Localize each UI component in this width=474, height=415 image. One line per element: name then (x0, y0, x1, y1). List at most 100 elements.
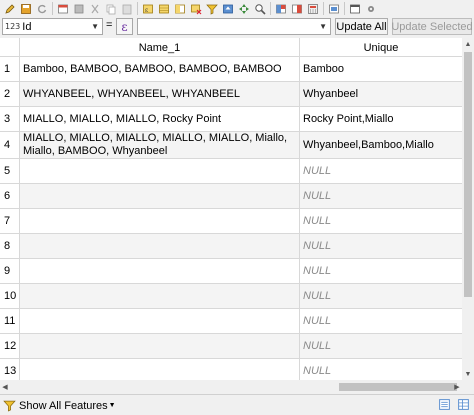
show-features-button[interactable]: Show All Features ▼ (3, 397, 116, 414)
table-row[interactable]: 12 NULL (0, 334, 462, 359)
chevron-down-icon[interactable]: ▼ (319, 22, 327, 31)
cell-name-1[interactable] (20, 159, 300, 183)
select-all-icon[interactable] (157, 2, 170, 15)
reload-icon[interactable] (35, 2, 48, 15)
update-all-button[interactable]: Update All (335, 18, 388, 35)
actions-icon[interactable] (364, 2, 377, 15)
filter-icon (3, 400, 16, 412)
cell-unique[interactable]: NULL (300, 159, 462, 183)
scroll-up-icon[interactable]: ▲ (462, 38, 474, 50)
vertical-scroll-thumb[interactable] (464, 52, 472, 297)
cell-unique[interactable]: Whyanbeel (300, 82, 462, 106)
row-number[interactable]: 6 (0, 184, 20, 208)
cell-unique[interactable]: Rocky Point,Miallo (300, 107, 462, 131)
svg-text:ε: ε (145, 7, 148, 14)
row-number[interactable]: 8 (0, 234, 20, 258)
cell-unique[interactable]: NULL (300, 209, 462, 233)
table-row[interactable]: 4 MIALLO, MIALLO, MIALLO, MIALLO, MIALLO,… (0, 132, 462, 159)
cell-unique[interactable]: NULL (300, 259, 462, 283)
paste-icon[interactable] (120, 2, 133, 15)
pencil-icon[interactable] (3, 2, 16, 15)
conditional-format-icon[interactable] (327, 2, 340, 15)
row-number[interactable]: 10 (0, 284, 20, 308)
header-corner[interactable] (0, 38, 20, 57)
cell-name-1[interactable] (20, 259, 300, 283)
cut-icon[interactable] (88, 2, 101, 15)
cell-unique[interactable]: NULL (300, 284, 462, 308)
table-row[interactable]: 11 NULL (0, 309, 462, 334)
move-top-icon[interactable] (221, 2, 234, 15)
row-number[interactable]: 11 (0, 309, 20, 333)
table-row[interactable]: 13 NULL (0, 359, 462, 380)
filter-icon[interactable] (205, 2, 218, 15)
cell-unique[interactable]: NULL (300, 184, 462, 208)
cell-name-1[interactable]: Bamboo, BAMBOO, BAMBOO, BAMBOO, BAMBOO (20, 57, 300, 81)
table-row[interactable]: 7 NULL (0, 209, 462, 234)
horizontal-scroll-thumb[interactable] (339, 383, 457, 391)
cell-name-1[interactable]: MIALLO, MIALLO, MIALLO, MIALLO, MIALLO, … (20, 132, 300, 158)
select-expression-icon[interactable]: ε (141, 2, 154, 15)
cell-unique[interactable]: Whyanbeel,Bamboo,Miallo (300, 132, 462, 158)
table-row[interactable]: 10 NULL (0, 284, 462, 309)
scroll-right-icon[interactable]: ▶ (452, 380, 462, 393)
cell-name-1[interactable] (20, 184, 300, 208)
cell-name-1[interactable] (20, 209, 300, 233)
add-feature-icon[interactable] (56, 2, 69, 15)
table-row[interactable]: 3 MIALLO, MIALLO, MIALLO, Rocky Point Rock… (0, 107, 462, 132)
scroll-left-icon[interactable]: ◀ (0, 380, 10, 393)
table-row[interactable]: 5 NULL (0, 159, 462, 184)
toolbar-divider (323, 2, 324, 15)
expression-builder-button[interactable]: ε (116, 18, 133, 35)
row-number[interactable]: 7 (0, 209, 20, 233)
cell-unique[interactable]: NULL (300, 234, 462, 258)
field-calculator-icon[interactable] (306, 2, 319, 15)
row-number[interactable]: 12 (0, 334, 20, 358)
table-row[interactable]: 9 NULL (0, 259, 462, 284)
field-select[interactable]: 123 Id ▼ (2, 18, 103, 35)
row-number[interactable]: 13 (0, 359, 20, 380)
row-number[interactable]: 9 (0, 259, 20, 283)
delete-icon[interactable] (72, 2, 85, 15)
vertical-scrollbar[interactable]: ▲ ▼ (462, 38, 474, 380)
cell-unique[interactable]: NULL (300, 359, 462, 380)
attribute-toolbar: ε (0, 0, 474, 17)
row-number[interactable]: 5 (0, 159, 20, 183)
table-row[interactable]: 1 Bamboo, BAMBOO, BAMBOO, BAMBOO, BAMBOO B… (0, 57, 462, 82)
horizontal-scrollbar[interactable]: ◀ ▶ (0, 380, 462, 393)
cell-name-1[interactable] (20, 234, 300, 258)
deselect-icon[interactable] (189, 2, 202, 15)
column-header-name-1[interactable]: Name_1 (20, 38, 300, 57)
dock-icon[interactable] (348, 2, 361, 15)
cell-name-1[interactable] (20, 359, 300, 380)
row-number[interactable]: 2 (0, 82, 20, 106)
row-number[interactable]: 4 (0, 132, 20, 158)
table-row[interactable]: 6 NULL (0, 184, 462, 209)
expression-input[interactable]: ▼ (137, 18, 331, 35)
form-view-icon[interactable] (438, 398, 451, 411)
cell-name-1[interactable]: WHYANBEEL, WHYANBEEL, WHYANBEEL (20, 82, 300, 106)
table-header: Name_1 Unique (0, 38, 462, 57)
table-row[interactable]: 8 NULL (0, 234, 462, 259)
delete-field-icon[interactable] (290, 2, 303, 15)
copy-icon[interactable] (104, 2, 117, 15)
cell-name-1[interactable] (20, 334, 300, 358)
cell-name-1[interactable] (20, 309, 300, 333)
save-icon[interactable] (19, 2, 32, 15)
column-header-unique[interactable]: Unique (300, 38, 462, 57)
cell-unique[interactable]: NULL (300, 334, 462, 358)
scroll-down-icon[interactable]: ▼ (462, 368, 474, 380)
cell-name-1[interactable]: MIALLO, MIALLO, MIALLO, Rocky Point (20, 107, 300, 131)
cell-name-1[interactable] (20, 284, 300, 308)
cell-unique[interactable]: Bamboo (300, 57, 462, 81)
row-number[interactable]: 1 (0, 57, 20, 81)
field-type-tag: 123 (5, 22, 21, 31)
update-selected-button[interactable]: Update Selected (391, 18, 473, 35)
row-number[interactable]: 3 (0, 107, 20, 131)
invert-selection-icon[interactable] (173, 2, 186, 15)
table-view-icon[interactable] (457, 398, 470, 411)
zoom-icon[interactable] (253, 2, 266, 15)
cell-unique[interactable]: NULL (300, 309, 462, 333)
new-field-icon[interactable] (274, 2, 287, 15)
pan-icon[interactable] (237, 2, 250, 15)
table-row[interactable]: 2 WHYANBEEL, WHYANBEEL, WHYANBEEL Whyanbee… (0, 82, 462, 107)
